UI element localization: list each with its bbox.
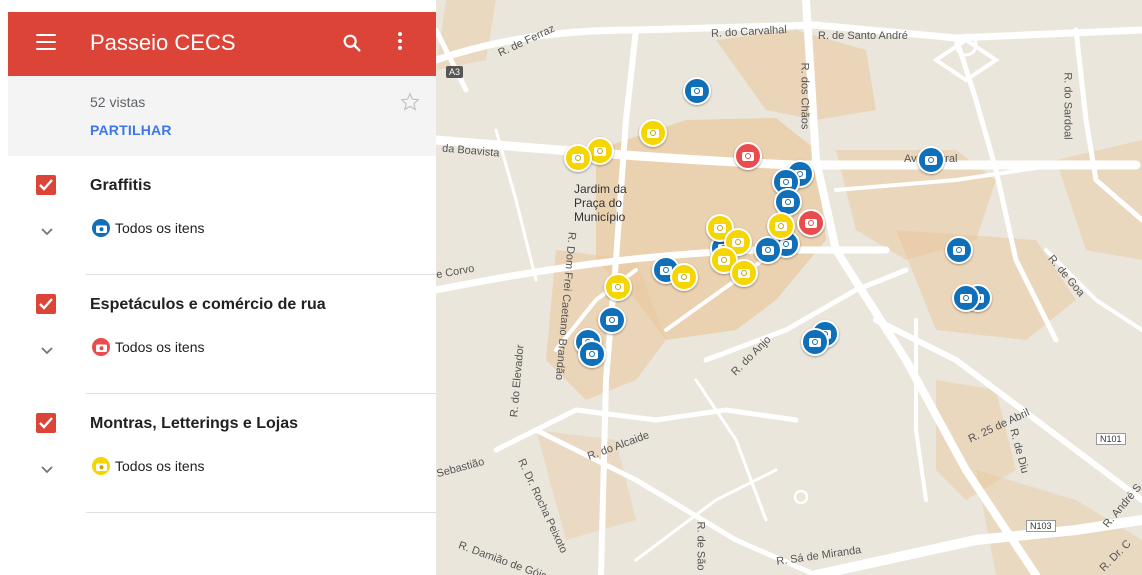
layer-item-all[interactable]: Todos os itens (92, 457, 205, 475)
divider (86, 274, 436, 275)
graffiti-marker[interactable] (801, 328, 829, 356)
layer-checkbox[interactable] (36, 294, 56, 314)
layer-graffitis: Graffitis Todos os itens (0, 157, 436, 275)
street-label: R. de São (694, 521, 707, 571)
app-header: Passeio CECS (8, 12, 436, 76)
graffiti-marker[interactable] (683, 77, 711, 105)
chevron-down-icon[interactable] (40, 465, 54, 475)
layer-item-label: Todos os itens (115, 339, 205, 355)
poi-label: Jardim da Praça do Município (574, 182, 627, 224)
divider (86, 393, 436, 394)
graffiti-marker[interactable] (917, 146, 945, 174)
layer-montras: Montras, Letterings e Lojas Todos os ite… (0, 395, 436, 513)
montra-marker[interactable] (670, 263, 698, 291)
road-shield: N103 (1026, 520, 1056, 532)
graffiti-marker[interactable] (578, 340, 606, 368)
espetaculo-marker[interactable] (734, 142, 762, 170)
layer-name: Espetáculos e comércio de rua (90, 296, 326, 313)
layer-checkbox[interactable] (36, 175, 56, 195)
share-button[interactable]: PARTILHAR (90, 122, 172, 138)
layer-item-all[interactable]: Todos os itens (92, 338, 205, 356)
chevron-down-icon[interactable] (40, 227, 54, 237)
montra-marker[interactable] (639, 119, 667, 147)
map-info: 52 vistas PARTILHAR (8, 76, 436, 156)
layer-item-all[interactable]: Todos os itens (92, 219, 205, 237)
street-label: R. do Sardoal (1061, 72, 1074, 140)
graffiti-marker[interactable] (952, 284, 980, 312)
montra-marker[interactable] (564, 144, 592, 172)
chevron-down-icon[interactable] (40, 346, 54, 356)
graffiti-marker[interactable] (598, 306, 626, 334)
graffiti-marker[interactable] (754, 236, 782, 264)
view-count: 52 vistas (90, 94, 146, 110)
layer-item-label: Todos os itens (115, 220, 205, 236)
montra-marker[interactable] (730, 259, 758, 287)
montra-marker[interactable] (767, 212, 795, 240)
map-canvas[interactable]: R. de Ferraz R. do Carvalhal R. de Santo… (436, 0, 1142, 575)
street-label: R. dos Chãos (798, 62, 811, 130)
divider (86, 512, 436, 513)
menu-icon[interactable] (36, 34, 56, 52)
layer-name: Graffitis (90, 177, 152, 194)
street-label: R. de Santo André (818, 30, 908, 42)
road-shield: A3 (446, 66, 464, 78)
camera-icon (92, 219, 110, 237)
map-title: Passeio CECS (90, 30, 236, 55)
map-roads (436, 0, 1142, 575)
espetaculo-marker[interactable] (797, 209, 825, 237)
layer-name: Montras, Letterings e Lojas (90, 415, 299, 432)
layers-panel: Passeio CECS 52 vistas PARTILHAR Graffit… (0, 0, 436, 575)
star-icon[interactable] (400, 92, 420, 112)
montra-marker[interactable] (604, 273, 632, 301)
road-shield: N101 (1096, 433, 1126, 445)
camera-icon (92, 457, 110, 475)
layer-item-label: Todos os itens (115, 458, 205, 474)
search-icon[interactable] (341, 32, 363, 54)
graffiti-marker[interactable] (945, 236, 973, 264)
more-options-icon[interactable] (396, 32, 404, 56)
camera-icon (92, 338, 110, 356)
layer-espetaculos: Espetáculos e comércio de rua Todos os i… (0, 276, 436, 394)
layer-checkbox[interactable] (36, 413, 56, 433)
